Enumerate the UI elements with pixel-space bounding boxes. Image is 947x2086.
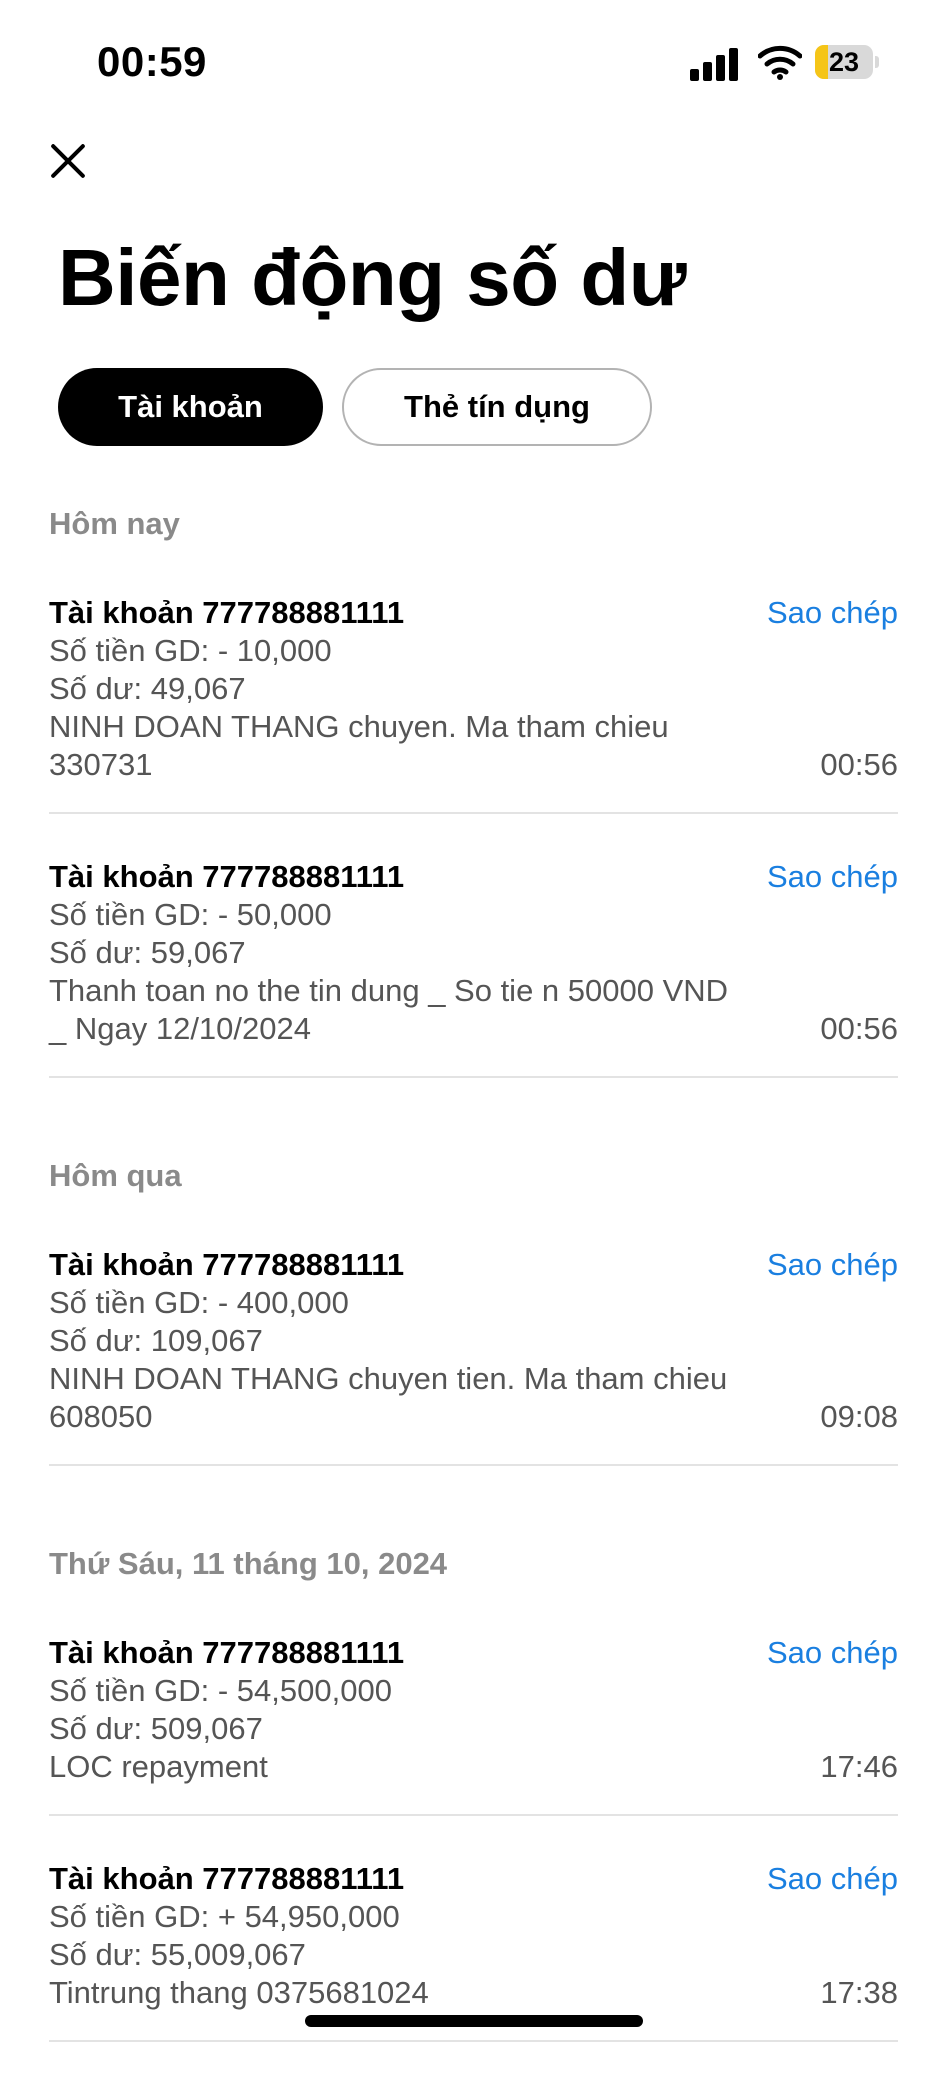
- transaction-amount: Số tiền GD: - 50,000: [49, 897, 332, 932]
- status-bar: 00:59 23: [0, 0, 947, 120]
- section-header: Thứ Sáu, 11 tháng 10, 2024: [49, 1546, 448, 1581]
- copy-button[interactable]: Sao chép: [767, 1860, 898, 1898]
- transaction-description: NINH DOAN THANG chuyen tien. Ma tham chi…: [49, 1361, 728, 1434]
- transaction-item: Tài khoản 777788881111 Sao chép Số tiền …: [49, 1634, 898, 1816]
- cellular-signal-icon: [690, 45, 740, 81]
- transaction-time: 17:38: [820, 1975, 898, 2010]
- copy-button[interactable]: Sao chép: [767, 1246, 898, 1284]
- transaction-list: Hôm nay Tài khoản 777788881111 Sao chép …: [49, 498, 898, 2086]
- transaction-amount: Số tiền GD: - 10,000: [49, 633, 332, 668]
- copy-button[interactable]: Sao chép: [767, 858, 898, 896]
- transaction-time: 00:56: [820, 1011, 898, 1046]
- close-icon[interactable]: [47, 140, 89, 182]
- transaction-time: 09:08: [820, 1399, 898, 1434]
- copy-button[interactable]: Sao chép: [767, 1634, 898, 1672]
- section-header: Hôm nay: [49, 506, 180, 541]
- transaction-item: Tài khoản 777788881111 Sao chép Số tiền …: [49, 1246, 898, 1466]
- transaction-description: LOC repayment: [49, 1749, 268, 1784]
- transaction-amount: Số tiền GD: - 54,500,000: [49, 1673, 392, 1708]
- copy-button[interactable]: Sao chép: [767, 594, 898, 632]
- battery-level: 23: [828, 47, 860, 77]
- wifi-icon: [758, 45, 802, 80]
- transaction-description: NINH DOAN THANG chuyen. Ma tham chieu 33…: [49, 709, 669, 782]
- transaction-description: Thanh toan no the tin dung _ So tie n 50…: [49, 973, 729, 1046]
- balance: Số dư: 55,009,067: [49, 1937, 306, 1972]
- balance: Số dư: 49,067: [49, 671, 246, 706]
- transaction-time: 17:46: [820, 1749, 898, 1784]
- home-indicator[interactable]: [305, 2015, 643, 2027]
- transaction-amount: Số tiền GD: + 54,950,000: [49, 1899, 400, 1934]
- transaction-amount: Số tiền GD: - 400,000: [49, 1285, 349, 1320]
- balance: Số dư: 509,067: [49, 1711, 263, 1746]
- battery-icon: 23: [815, 45, 879, 79]
- balance: Số dư: 59,067: [49, 935, 246, 970]
- balance: Số dư: 109,067: [49, 1323, 263, 1358]
- transaction-item: Tài khoản 777788881111 Sao chép Số tiền …: [49, 594, 898, 814]
- tab-credit-card[interactable]: Thẻ tín dụng: [342, 368, 652, 446]
- transaction-item: Tài khoản 777788881111 Sao chép Số tiền …: [49, 858, 898, 1078]
- section-header: Hôm qua: [49, 1158, 182, 1193]
- transaction-time: 00:56: [820, 747, 898, 782]
- page-title: Biến động số dư: [58, 233, 687, 322]
- transaction-description: Tintrung thang 0375681024: [49, 1975, 429, 2010]
- status-time: 00:59: [97, 38, 207, 85]
- tab-account[interactable]: Tài khoản: [58, 368, 323, 446]
